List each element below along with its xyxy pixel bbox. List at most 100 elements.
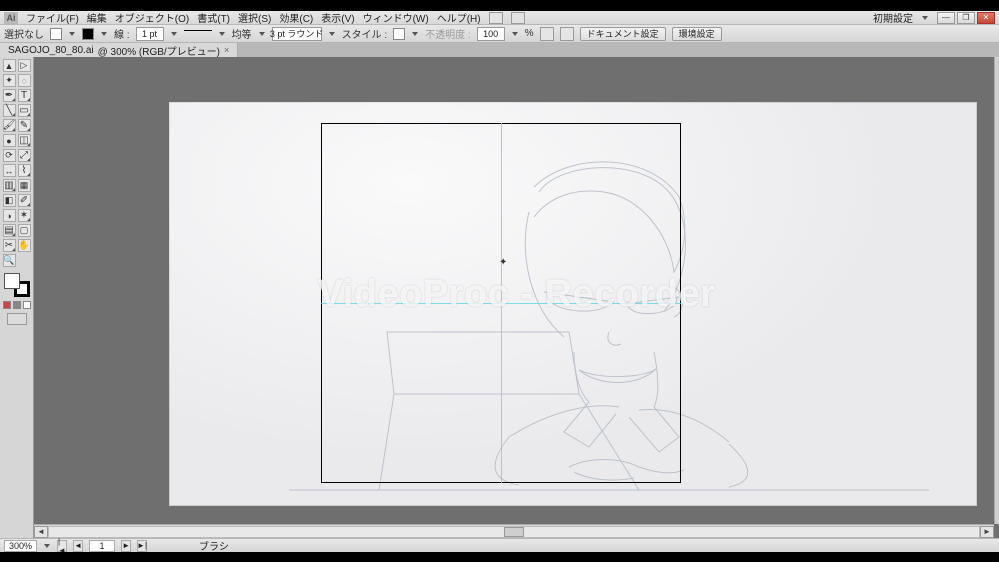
document-tab[interactable]: SAGOJO_80_80.ai @ 300% (RGB/プレビュー) × [0,43,238,57]
zoom-tool[interactable]: 🔍 [3,254,16,267]
scroll-track[interactable] [48,526,980,538]
horizontal-scrollbar: ◄ ► [34,524,994,538]
menu-window[interactable]: ウィンドウ(W) [363,10,429,25]
brush-definition-field[interactable]: 3 pt ラウンド [272,27,322,41]
brush-tool[interactable]: 🖌 [3,119,16,132]
shape-builder-tool[interactable]: ▥ [3,179,16,192]
line-tool[interactable]: ╲ [3,104,16,117]
arrange-icon[interactable] [511,12,525,24]
workspace: ▲ ▷ ✦ ◌ ✒ T ╲ ▭ 🖌 ✎ ● ◫ ⟳ ⤢ ↔ ⌇ ▥ ▦ ◧ ✐ [0,57,999,538]
tab-zoom-mode: @ 300% (RGB/プレビュー) [98,43,220,58]
eyedropper-tool[interactable]: ✐ [18,194,31,207]
eraser-tool[interactable]: ◫ [18,134,31,147]
stroke-label: 線 : [114,26,130,41]
document-setup-button[interactable]: ドキュメント設定 [580,27,666,41]
menu-type[interactable]: 書式(T) [197,10,230,25]
align-icon[interactable] [560,27,574,41]
magic-wand-tool[interactable]: ✦ [3,74,16,87]
hand-tool[interactable]: ✋ [18,239,31,252]
pencil-tool[interactable]: ✎ [18,119,31,132]
scroll-left-button[interactable]: ◄ [34,526,48,538]
direct-selection-tool[interactable]: ▷ [18,59,31,72]
status-bar: 300% |◄ ◄ 1 ► ►| ブラシ [0,538,999,552]
toolbox: ▲ ▷ ✦ ◌ ✒ T ╲ ▭ 🖌 ✎ ● ◫ ⟳ ⤢ ↔ ⌇ ▥ ▦ ◧ ✐ [0,57,34,538]
current-tool-label: ブラシ [199,538,229,553]
menu-object[interactable]: オブジェクト(O) [115,10,189,25]
percent-label: % [525,28,534,39]
fill-stroke-picker[interactable] [4,273,30,297]
warp-tool[interactable]: ⌇ [18,164,31,177]
width-tool[interactable]: ↔ [3,164,16,177]
app-logo: Ai [4,12,18,24]
stroke-weight-field[interactable]: 1 pt [136,27,164,41]
close-button[interactable]: ✕ [977,12,995,24]
menu-effect[interactable]: 効果(C) [279,10,313,25]
maximize-button[interactable]: ❐ [957,12,975,24]
stroke-weight-dropdown-icon[interactable] [170,30,178,38]
menu-edit[interactable]: 編集 [87,10,107,25]
stroke-style-dropdown-icon[interactable] [218,30,226,38]
brush-dropdown-icon[interactable] [328,30,336,38]
fill-color-icon[interactable] [4,273,20,289]
menubar: Ai ファイル(F) 編集 オブジェクト(O) 書式(T) 選択(S) 効果(C… [0,11,999,25]
opacity-dropdown-icon[interactable] [511,30,519,38]
placed-image [169,102,977,506]
collapsed-panels-dock[interactable] [994,57,999,524]
color-mode-gradient-icon[interactable] [13,301,21,309]
profile-dropdown-icon[interactable] [258,30,266,38]
fill-dropdown-icon[interactable] [68,30,76,38]
opacity-label: 不透明度 : [425,26,471,41]
scroll-right-button[interactable]: ► [980,526,994,538]
minimize-button[interactable]: ― [937,12,955,24]
blob-brush-tool[interactable]: ● [3,134,16,147]
artboard-next-button[interactable]: ► [121,540,131,552]
color-mode-row [3,301,31,309]
artboard-prev-button[interactable]: ◄ [73,540,83,552]
layout-icon[interactable] [489,12,503,24]
recolor-icon[interactable] [540,27,554,41]
style-dropdown-icon[interactable] [411,30,419,38]
screen-mode-button[interactable] [7,313,27,325]
selection-tool[interactable]: ▲ [3,59,16,72]
menu-help[interactable]: ヘルプ(H) [437,10,481,25]
graph-tool[interactable]: ▤ [3,224,16,237]
pencil-sketch [169,102,977,506]
zoom-dropdown-icon[interactable] [43,542,51,550]
fill-swatch[interactable] [50,28,62,40]
menu-view[interactable]: 表示(V) [321,10,354,25]
gradient-tool[interactable]: ◧ [3,194,16,207]
stroke-dropdown-icon[interactable] [100,30,108,38]
menu-select[interactable]: 選択(S) [238,10,271,25]
artboard-tool[interactable]: ▢ [18,224,31,237]
slice-tool[interactable]: ✂ [3,239,16,252]
menu-file[interactable]: ファイル(F) [26,10,79,25]
control-bar: 選択なし 線 : 1 pt 均等 3 pt ラウンド スタイル : 不透明度 :… [0,25,999,43]
artboard-nav-field[interactable]: 1 [89,540,115,552]
mesh-tool[interactable]: ▦ [18,179,31,192]
rectangle-tool[interactable]: ▭ [18,104,31,117]
type-tool[interactable]: T [18,89,31,102]
preferences-button[interactable]: 環境設定 [672,27,722,41]
workspace-switcher[interactable]: 初期設定 [873,10,913,25]
workspace-dropdown-icon[interactable] [921,14,929,22]
stroke-swatch[interactable] [82,28,94,40]
lasso-tool[interactable]: ◌ [18,74,31,87]
color-mode-solid-icon[interactable] [3,301,11,309]
artboard-first-button[interactable]: |◄ [57,540,67,552]
blend-tool[interactable]: ◑ [3,209,16,222]
stroke-style-preview[interactable] [184,30,212,38]
profile-label: 均等 [232,26,252,41]
opacity-field[interactable]: 100 [477,27,505,41]
artboard-last-button[interactable]: ►| [137,540,147,552]
scale-tool[interactable]: ⤢ [18,149,31,162]
rotate-tool[interactable]: ⟳ [3,149,16,162]
tab-close-icon[interactable]: × [224,45,229,55]
zoom-field[interactable]: 300% [4,540,37,552]
selection-status: 選択なし [4,26,44,41]
symbol-sprayer-tool[interactable]: ✶ [18,209,31,222]
color-mode-none-icon[interactable] [23,301,31,309]
pen-tool[interactable]: ✒ [3,89,16,102]
canvas[interactable]: ✦ VideoProc - Recorder [34,57,999,538]
graphic-style-swatch[interactable] [393,28,405,40]
scroll-thumb[interactable] [504,527,524,537]
